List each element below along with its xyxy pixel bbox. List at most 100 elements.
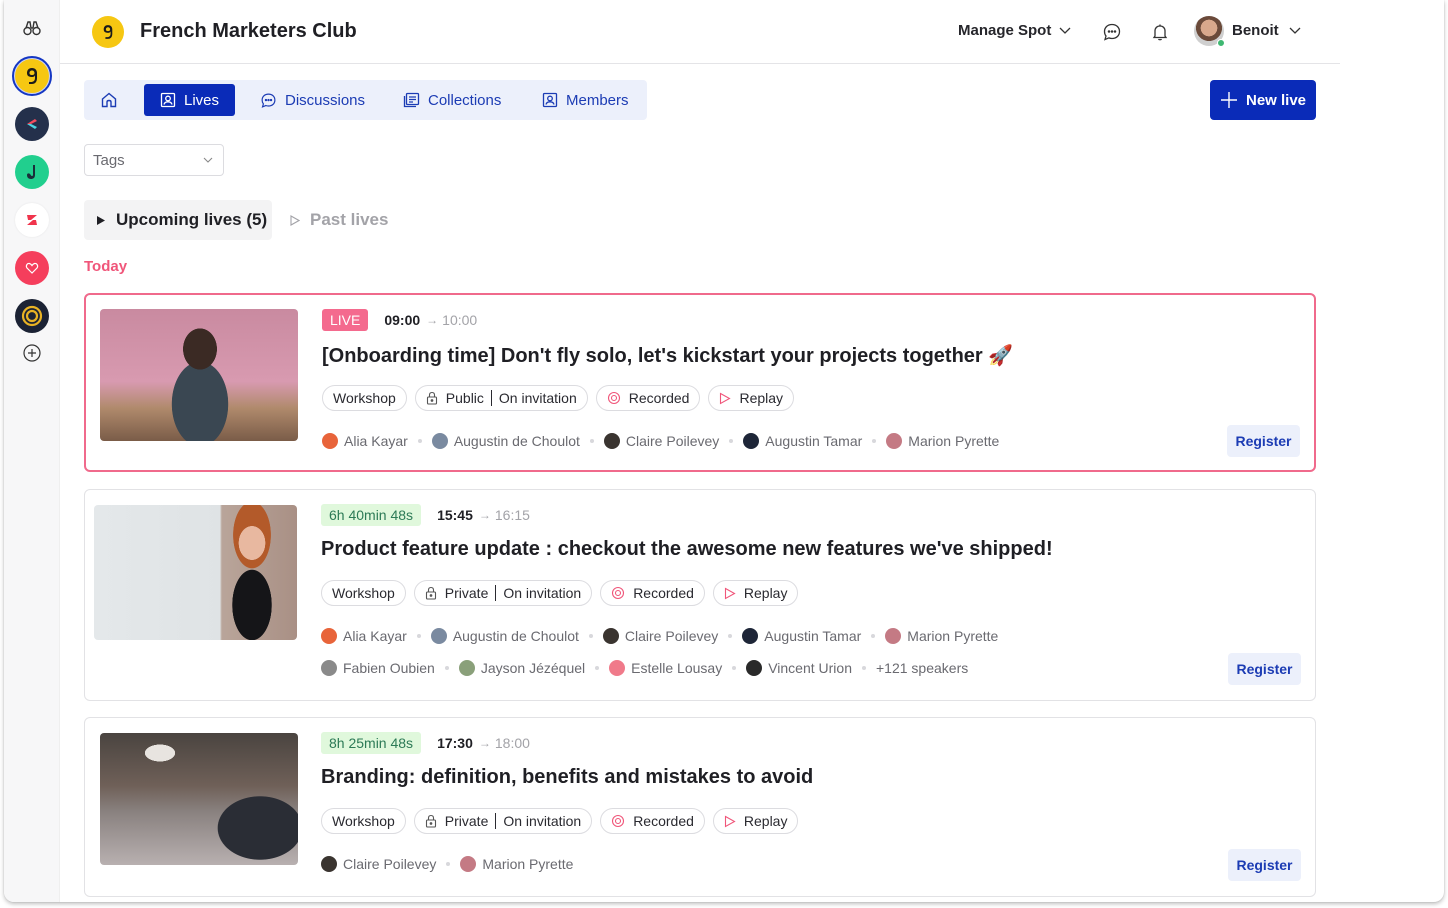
live-tags: Workshop Private On invitation Recorded … <box>321 808 799 834</box>
replay-chip: Replay <box>712 580 799 606</box>
type-label: Workshop <box>332 585 395 601</box>
manage-spot-dropdown[interactable]: Manage Spot <box>958 22 1071 39</box>
play-outline-icon <box>724 587 736 599</box>
live-thumbnail[interactable] <box>94 505 297 640</box>
access-chip: Public On invitation <box>414 385 588 411</box>
play-outline-icon <box>724 815 736 827</box>
speakers-list: Alia Kayar Augustin de Choulot Claire Po… <box>321 628 998 644</box>
live-title[interactable]: [Onboarding time] Don't fly solo, let's … <box>322 343 1013 368</box>
tab-discussions-label: Discussions <box>285 91 366 109</box>
arrow-right-icon: → <box>426 313 439 327</box>
speaker-avatar <box>886 433 903 449</box>
person-frame-icon <box>542 92 558 108</box>
live-title[interactable]: Branding: definition, benefits and mista… <box>321 766 813 789</box>
speaker[interactable]: Augustin Tamar <box>743 433 862 449</box>
speaker[interactable]: Marion Pyrette <box>886 433 999 449</box>
speaker-avatar <box>742 628 759 644</box>
speaker[interactable]: Alia Kayar <box>322 433 408 449</box>
section-tabs: Lives Discussions Collections Members <box>84 80 647 120</box>
live-card[interactable]: 6h 40min 48s 15:45 → 16:15 Product featu… <box>84 489 1316 701</box>
space-4-logo[interactable] <box>15 203 49 237</box>
speaker[interactable]: Jayson Jézéquel <box>458 660 585 676</box>
tab-lives[interactable]: Lives <box>144 84 236 116</box>
live-thumbnail[interactable] <box>100 733 298 865</box>
recorded-chip: Recorded <box>600 580 705 606</box>
club-title: French Marketers Club <box>140 20 357 42</box>
speakers-list: Claire Poilevey Marion Pyrette <box>321 856 573 872</box>
speaker-avatar <box>603 433 620 449</box>
register-button[interactable]: Register <box>1228 849 1301 881</box>
speaker[interactable]: Alia Kayar <box>321 628 407 644</box>
speaker[interactable]: Augustin de Choulot <box>431 433 580 449</box>
start-time: 09:00 <box>384 312 421 328</box>
speaker[interactable]: Claire Poilevey <box>321 856 436 872</box>
speaker[interactable]: Marion Pyrette <box>885 628 998 644</box>
speaker[interactable]: Augustin de Choulot <box>430 628 579 644</box>
past-label: Past lives <box>310 210 389 229</box>
recorded-chip: Recorded <box>600 808 705 834</box>
user-menu[interactable]: Benoit <box>1232 22 1301 39</box>
space-french-marketers-club[interactable] <box>15 59 49 93</box>
tab-collections[interactable]: Collections <box>387 84 517 116</box>
start-time: 15:45 <box>437 507 473 523</box>
space-5-logo[interactable] <box>15 251 49 285</box>
tab-home[interactable] <box>88 84 130 116</box>
register-button[interactable]: Register <box>1227 425 1300 457</box>
speaker-name: Augustin de Choulot <box>453 433 580 449</box>
subtab-upcoming-lives[interactable]: Upcoming lives (5) <box>84 200 272 240</box>
tab-members[interactable]: Members <box>526 84 645 116</box>
tags-filter-select[interactable]: Tags <box>84 144 224 176</box>
speaker-avatar <box>885 628 902 644</box>
type-chip: Workshop <box>321 580 406 606</box>
end-time: 18:00 <box>494 735 530 751</box>
live-thumbnail[interactable] <box>100 309 298 441</box>
speaker[interactable]: Fabien Oubien <box>321 660 435 676</box>
top-header: French Marketers Club Manage Spot Benoit <box>60 0 1340 64</box>
space-6-logo[interactable] <box>15 299 49 333</box>
recorded-label: Recorded <box>633 585 694 601</box>
speaker[interactable]: Marion Pyrette <box>460 856 573 872</box>
tab-discussions[interactable]: Discussions <box>244 84 381 116</box>
speaker-name: Augustin Tamar <box>764 628 862 644</box>
chevron-down-icon <box>1289 27 1301 34</box>
space-3-logo[interactable] <box>15 155 49 189</box>
end-time: 16:15 <box>494 507 530 523</box>
online-status-dot <box>1217 39 1225 47</box>
bell-icon[interactable] <box>1150 22 1170 42</box>
access-label: On invitation <box>498 390 577 406</box>
separator-dot <box>732 666 737 670</box>
add-space-icon[interactable] <box>22 343 42 363</box>
section-today-heading: Today <box>84 258 128 275</box>
separator-dot <box>416 634 421 638</box>
more-speakers-link[interactable]: +121 speakers <box>876 660 968 676</box>
new-live-label: New live <box>1245 91 1307 109</box>
end-time: 10:00 <box>442 312 478 328</box>
speaker-name: Marion Pyrette <box>907 628 999 644</box>
replay-label: Replay <box>739 390 784 406</box>
speaker[interactable]: Vincent Urion <box>746 660 852 676</box>
speaker-name: Estelle Lousay <box>631 660 723 676</box>
speaker-name: Marion Pyrette <box>482 856 574 872</box>
speaker[interactable]: Augustin Tamar <box>742 628 861 644</box>
start-time: 17:30 <box>437 735 473 751</box>
new-live-button[interactable]: New live <box>1210 80 1316 120</box>
speaker[interactable]: Estelle Lousay <box>609 660 722 676</box>
user-avatar[interactable] <box>1194 16 1225 47</box>
visibility-label: Private <box>444 585 489 601</box>
chat-icon[interactable] <box>1102 22 1122 42</box>
register-button[interactable]: Register <box>1228 653 1301 685</box>
live-status-badge: LIVE <box>322 309 369 331</box>
subtab-past-lives[interactable]: Past lives <box>290 200 388 240</box>
live-card[interactable]: LIVE 09:00 → 10:00 [Onboarding time] Don… <box>84 293 1316 472</box>
space-2-logo[interactable] <box>15 107 49 141</box>
chip-divider <box>495 813 497 829</box>
replay-label: Replay <box>743 813 788 829</box>
live-title[interactable]: Product feature update : checkout the aw… <box>321 538 1053 561</box>
separator-dot <box>417 439 422 443</box>
live-card[interactable]: 8h 25min 48s 17:30 → 18:00 Branding: def… <box>84 717 1316 897</box>
speaker-avatar <box>321 660 337 676</box>
separator-dot <box>446 862 451 866</box>
speaker[interactable]: Claire Poilevey <box>602 628 718 644</box>
speaker[interactable]: Claire Poilevey <box>603 433 719 449</box>
binoculars-icon[interactable] <box>20 16 44 40</box>
